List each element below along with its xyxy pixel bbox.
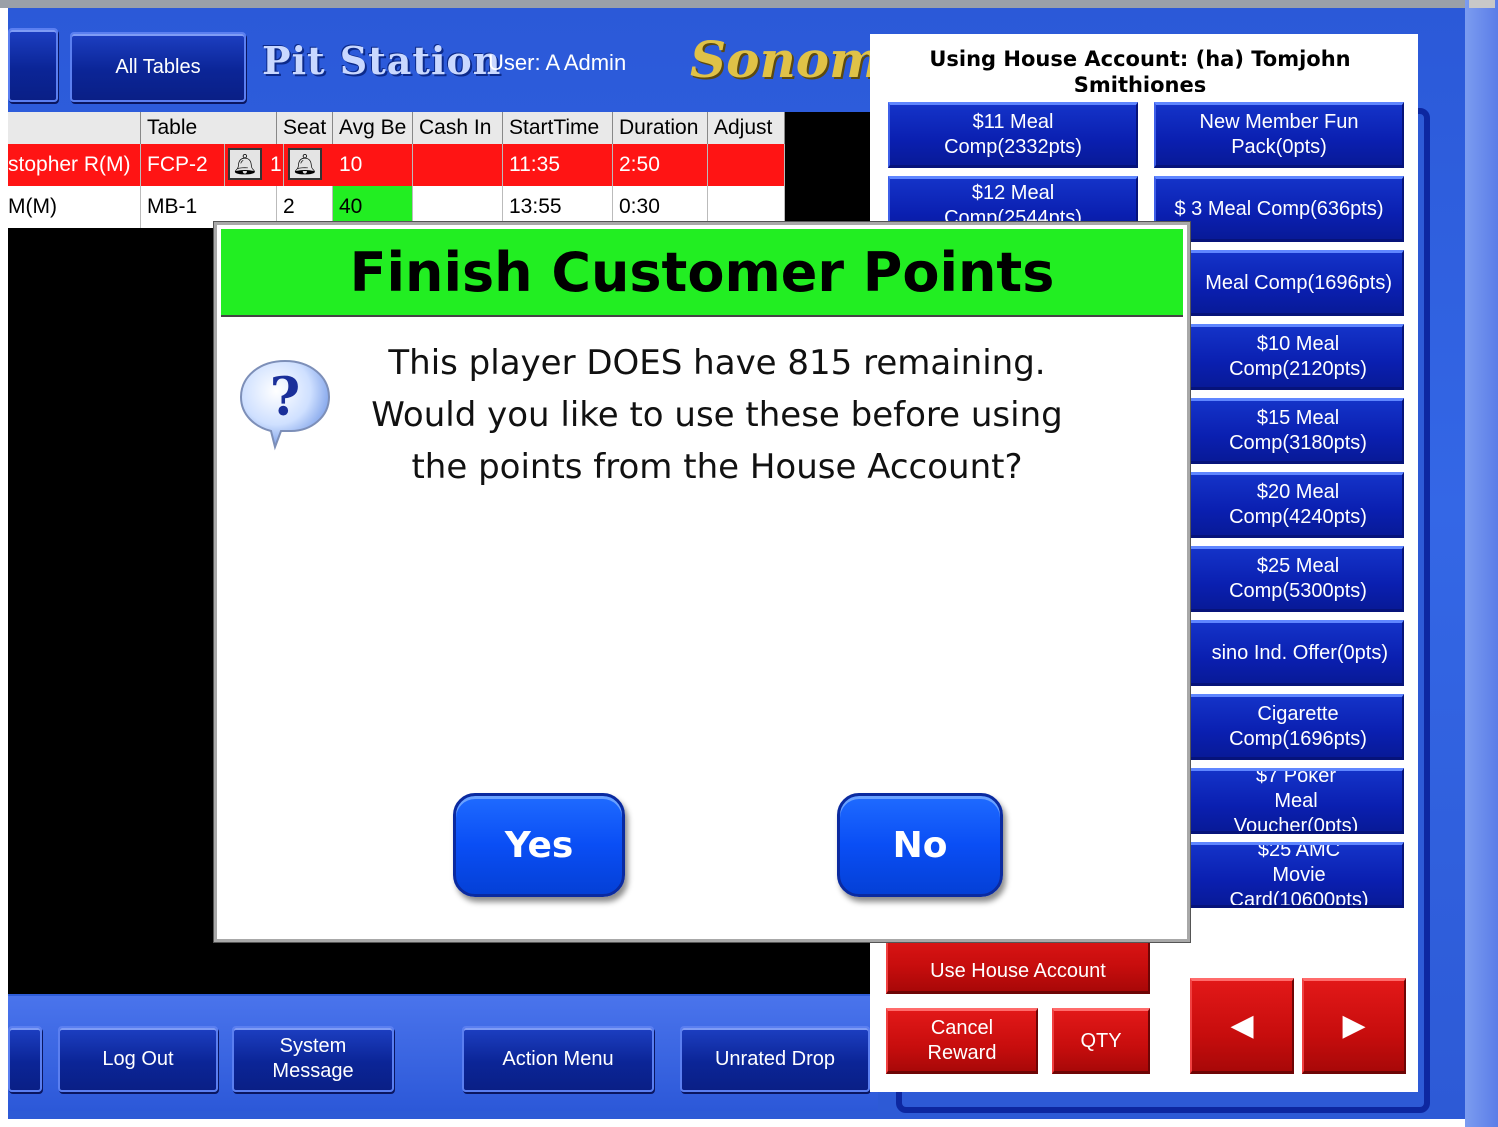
cell-avg-bet: 10 [333,144,413,186]
reward-button[interactable]: Cigarette Comp(1696pts) [1154,694,1404,760]
system-message-button[interactable]: System Message [232,1026,394,1092]
svg-text:?: ? [270,367,300,428]
bell-icon[interactable]: 🔔︎ [228,148,262,180]
yes-button[interactable]: Yes [453,793,625,897]
next-page-button[interactable]: ▶ [1302,978,1406,1074]
triangle-right-icon: ▶ [1342,1009,1366,1043]
col-table[interactable]: Table [141,112,277,144]
reward-button[interactable]: $20 Meal Comp(4240pts) [1154,472,1404,538]
log-out-button[interactable]: Log Out [58,1026,218,1092]
col-start-time[interactable]: StartTime [503,112,613,144]
triangle-left-icon: ◀ [1230,1009,1254,1043]
cell-player: M(M) [8,186,141,228]
cancel-reward-button[interactable]: Cancel Reward [886,1008,1038,1074]
col-cash-in[interactable]: Cash In [413,112,503,144]
reward-button[interactable]: sino Ind. Offer(0pts) [1154,620,1404,686]
unrated-drop-button[interactable]: Unrated Drop [680,1026,870,1092]
user-label: User: A Admin [488,50,627,75]
station-title: Pit Station [262,38,502,83]
left-nav-button[interactable] [8,28,58,102]
table-row[interactable]: stopher R(M) FCP-2 🔔︎ 1 🔔︎ 10 11:35 2:50 [8,144,785,186]
no-button[interactable]: No [837,793,1003,897]
table-header: Table Seat Avg Be Cash In StartTime Dura… [8,112,785,144]
cell-table: FCP-2 [141,144,225,186]
dialog-message-line: the points from the House Account? [411,447,1023,487]
question-icon: ? [235,351,335,451]
left-partial-button[interactable] [8,1026,42,1092]
cell-seat: 1 [264,144,284,186]
dialog-title: Finish Customer Points [221,229,1183,317]
cell-cash-in [413,144,503,186]
window-right-edge [1465,0,1498,1127]
house-account-title: Using House Account: (ha) Tomjohn Smithj… [929,47,1351,92]
reward-button[interactable]: $10 Meal Comp(2120pts) [1154,324,1404,390]
finish-customer-points-dialog: Finish Customer Points ? This player DOE… [214,222,1190,942]
dialog-message: This player DOES have 815 remaining. Wou… [337,337,1097,493]
reward-button[interactable]: $15 Meal Comp(3180pts) [1154,398,1404,464]
cell-player: stopher R(M) [8,144,141,186]
reward-button[interactable]: $11 Meal Comp(2332pts) [888,102,1138,168]
reward-button[interactable]: New Member Fun Pack(0pts) [1154,102,1404,168]
bell-icon[interactable]: 🔔︎ [288,148,322,180]
prev-page-button[interactable]: ◀ [1190,978,1294,1074]
window-top-border [0,0,1498,8]
qty-button[interactable]: QTY [1052,1008,1150,1074]
all-tables-button[interactable]: All Tables [70,32,246,102]
action-menu-button[interactable]: Action Menu [462,1026,654,1092]
reward-button[interactable]: $ 3 Meal Comp(636pts) [1154,176,1404,242]
cell-start-time: 11:35 [503,144,613,186]
scrollbar-stub[interactable] [1469,0,1495,8]
col-duration[interactable]: Duration [613,112,708,144]
reward-button[interactable]: Meal Comp(1696pts) [1154,250,1404,316]
col-seat[interactable]: Seat [277,112,333,144]
dialog-message-line: Would you like to use these before using [371,395,1063,435]
col-avg-bet[interactable]: Avg Be [333,112,413,144]
reward-button[interactable]: $7 Poker Meal Voucher(0pts) [1154,768,1404,834]
col-player[interactable] [8,112,141,144]
cell-adjust [708,144,785,186]
reward-button[interactable]: $25 AMC Movie Card(10600pts) [1154,842,1404,908]
dialog-message-line: This player DOES have 815 remaining. [388,343,1046,383]
reward-button[interactable]: $25 Meal Comp(5300pts) [1154,546,1404,612]
cell-duration: 2:50 [613,144,708,186]
col-adjust[interactable]: Adjust [708,112,785,144]
